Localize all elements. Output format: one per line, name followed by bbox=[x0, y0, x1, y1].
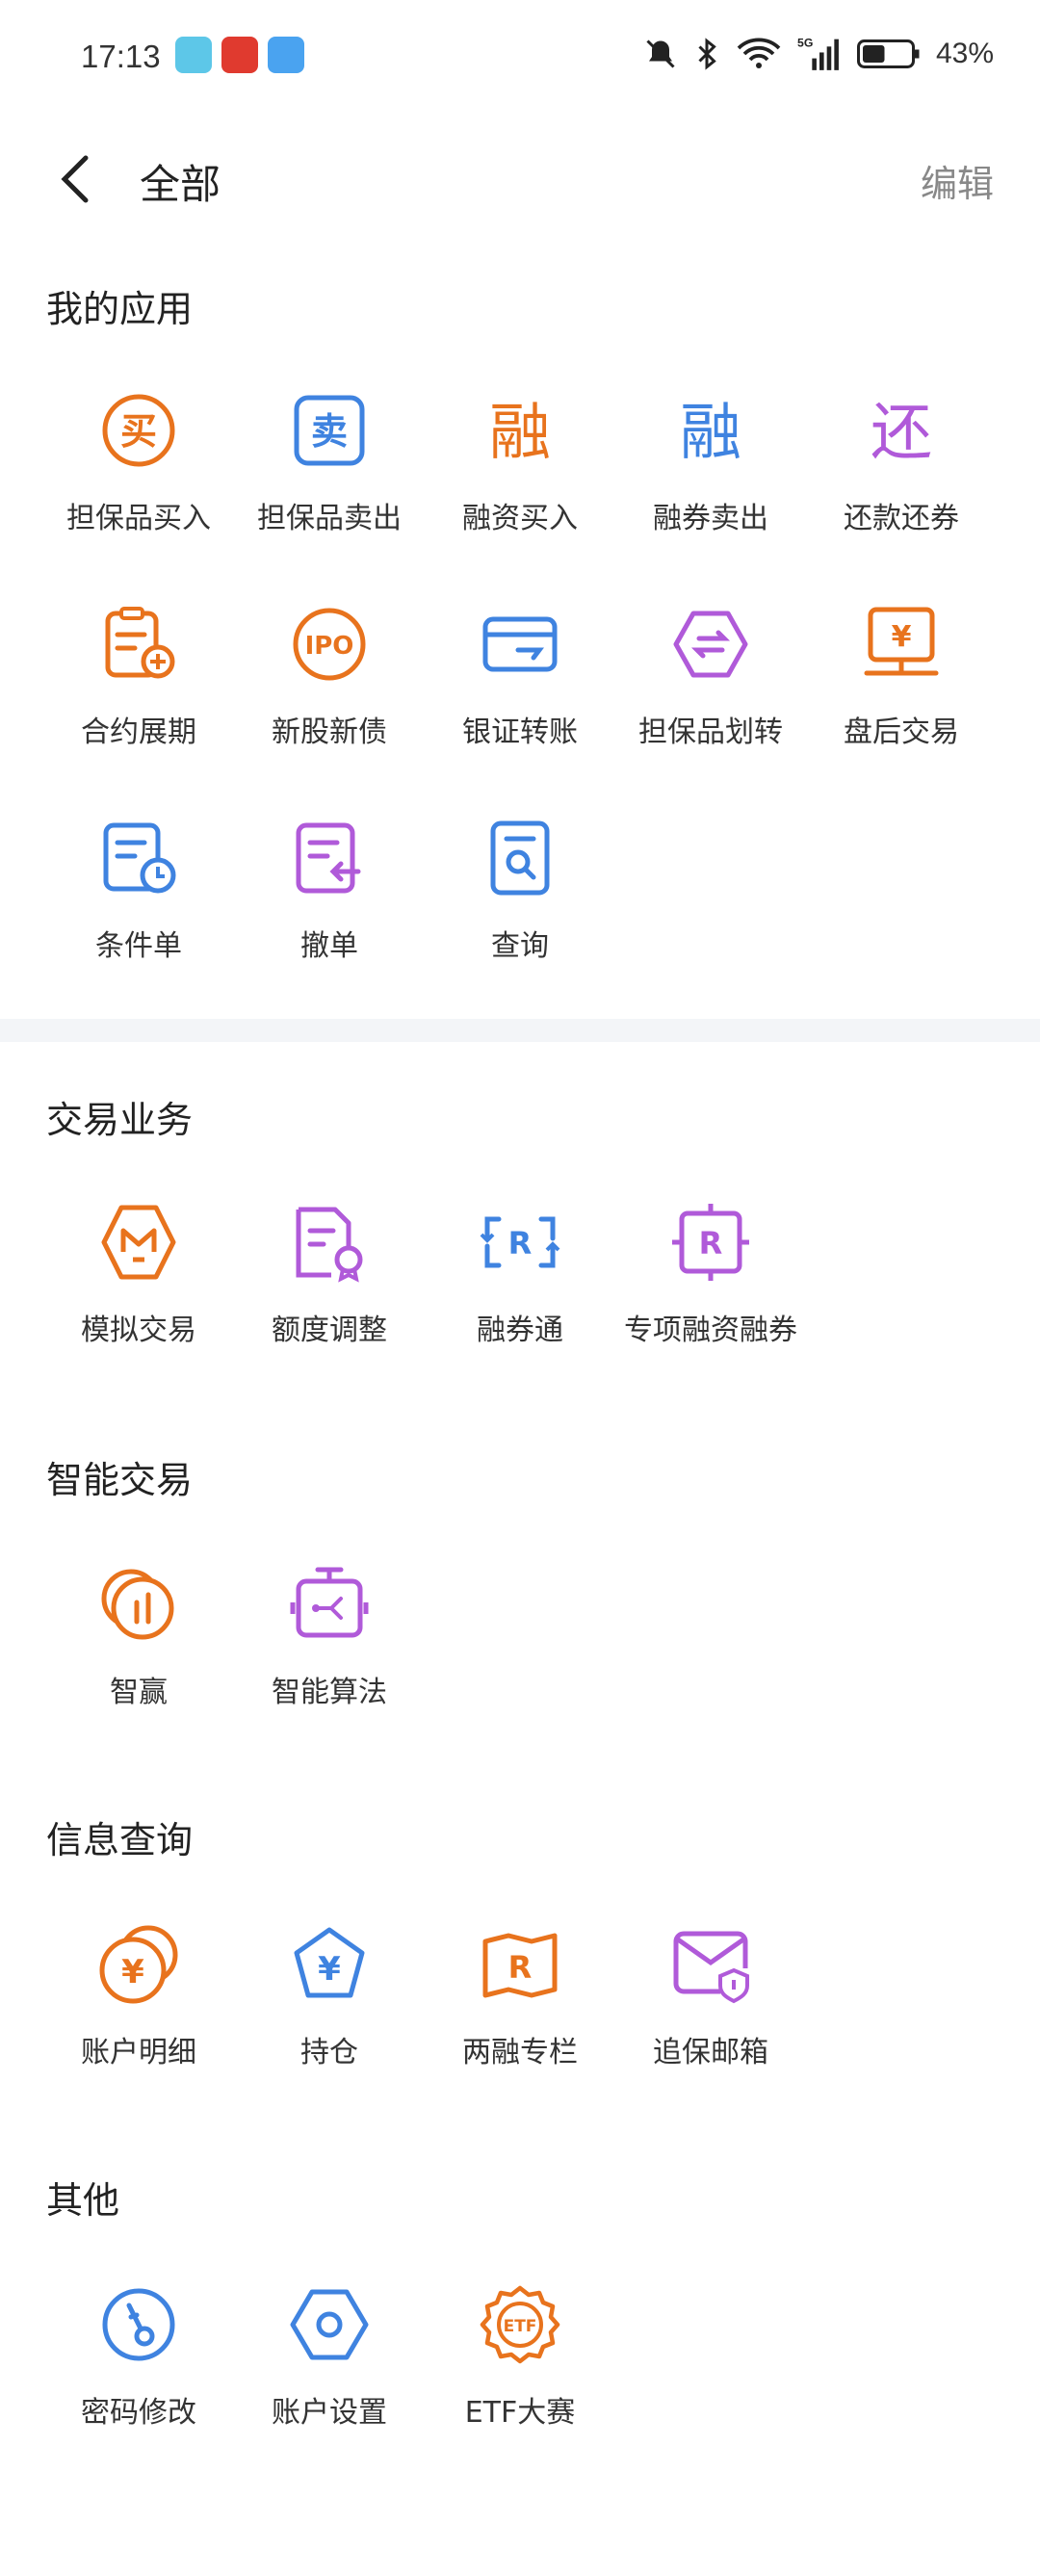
app-item-mailbox[interactable]: 追保邮箱 bbox=[615, 1924, 806, 2097]
app-item-condition-order[interactable]: 条件单 bbox=[43, 818, 234, 991]
app-item-collateral-sell[interactable]: 卖 担保品卖出 bbox=[234, 390, 425, 563]
back-arrow-icon[interactable] bbox=[52, 152, 100, 206]
app-item-account-settings[interactable]: 账户设置 bbox=[234, 2284, 425, 2458]
status-bar: 17:13 5G 43% bbox=[0, 0, 1040, 116]
svg-text:买: 买 bbox=[120, 410, 157, 453]
page-title: 全部 bbox=[140, 161, 221, 208]
signal-5g-icon: 5G bbox=[797, 36, 839, 70]
after-hours-icon: ¥ bbox=[864, 607, 939, 676]
account-detail-icon: ¥ bbox=[99, 1925, 178, 2004]
rong-icon: 融 bbox=[489, 398, 551, 469]
app-item-query[interactable]: 查询 bbox=[425, 818, 615, 991]
app-item-algorithm[interactable]: 智能算法 bbox=[234, 1564, 425, 1737]
rong-icon: 融 bbox=[680, 398, 741, 469]
app-item-ipo[interactable]: IPO 新股新债 bbox=[234, 604, 425, 777]
battery-percent: 43% bbox=[935, 38, 994, 69]
nav-bar: 全部 编辑 bbox=[0, 135, 1040, 221]
svg-text:R: R bbox=[508, 1949, 533, 1986]
svg-text:R: R bbox=[699, 1225, 723, 1262]
bluetooth-icon bbox=[698, 38, 716, 70]
position-icon: ¥ bbox=[294, 1927, 365, 1998]
query-icon bbox=[490, 820, 550, 896]
wifi-icon bbox=[737, 38, 781, 68]
app-item-cancel-order[interactable]: 撤单 bbox=[234, 818, 425, 991]
svg-text:还: 还 bbox=[871, 398, 932, 469]
app-item-bank-transfer[interactable]: 银证转账 bbox=[425, 604, 615, 777]
battery-icon bbox=[856, 39, 920, 68]
svg-text:5G: 5G bbox=[797, 36, 813, 49]
mute-bell-icon bbox=[646, 39, 675, 68]
app-item-quota-adjust[interactable]: 额度调整 bbox=[234, 1202, 425, 1375]
svg-text:R: R bbox=[508, 1225, 533, 1262]
svg-text:IPO: IPO bbox=[305, 632, 354, 661]
app-item-account-detail[interactable]: ¥ 账户明细 bbox=[43, 1924, 234, 2097]
section-title-trade: 交易业务 bbox=[46, 1099, 194, 1141]
svg-text:¥: ¥ bbox=[318, 1950, 341, 1989]
app-item-repay[interactable]: 还 还款还券 bbox=[806, 390, 997, 563]
notification-app-icon bbox=[175, 37, 212, 73]
edit-button[interactable]: 编辑 bbox=[921, 154, 994, 207]
margin-column-icon: R bbox=[482, 1933, 558, 1998]
app-item-special-margin[interactable]: R 专项融资融券 bbox=[615, 1202, 806, 1375]
status-app-icons bbox=[175, 37, 304, 73]
mailbox-icon bbox=[673, 1931, 749, 2004]
weather-app-icon bbox=[268, 37, 304, 73]
app-item-margin-buy[interactable]: 融 融资买入 bbox=[425, 390, 615, 563]
password-key-icon bbox=[102, 2288, 175, 2361]
condition-order-icon bbox=[103, 822, 176, 894]
settings-hex-icon bbox=[290, 2289, 369, 2360]
card-transfer-icon bbox=[482, 616, 558, 672]
app-item-margin-column[interactable]: R 两融专栏 bbox=[425, 1924, 615, 2097]
etf-badge-icon: ETF bbox=[480, 2285, 560, 2364]
status-time: 17:13 bbox=[81, 39, 161, 74]
svg-text:融: 融 bbox=[489, 398, 551, 469]
transfer-icon bbox=[673, 611, 748, 678]
svg-text:ETF: ETF bbox=[504, 2317, 537, 2336]
app-item-etf-contest[interactable]: ETF ETF大赛 bbox=[425, 2284, 615, 2458]
repay-icon: 还 bbox=[871, 398, 932, 469]
section-title-my-apps: 我的应用 bbox=[46, 288, 194, 330]
section-divider bbox=[0, 1019, 1040, 1042]
app-item-rongquantong[interactable]: R 融券通 bbox=[425, 1202, 615, 1375]
zhiying-icon bbox=[101, 1569, 174, 1640]
app-item-position[interactable]: ¥ 持仓 bbox=[234, 1924, 425, 2097]
app-item-contract-extend[interactable]: 合约展期 bbox=[43, 604, 234, 777]
special-margin-icon: R bbox=[672, 1204, 749, 1281]
svg-text:卖: 卖 bbox=[311, 410, 348, 453]
app-item-zhiying[interactable]: 智赢 bbox=[43, 1564, 234, 1737]
algorithm-icon bbox=[290, 1567, 369, 1638]
svg-text:融: 融 bbox=[680, 398, 741, 469]
app-item-simulate[interactable]: 模拟交易 bbox=[43, 1202, 234, 1375]
buy-icon: 买 bbox=[102, 394, 175, 467]
cancel-order-icon bbox=[296, 822, 361, 894]
ipo-icon: IPO bbox=[293, 608, 366, 681]
app-item-collateral-buy[interactable]: 买 担保品买入 bbox=[43, 390, 234, 563]
svg-text:¥: ¥ bbox=[121, 1953, 144, 1991]
section-title-other: 其他 bbox=[46, 2179, 120, 2222]
svg-text:¥: ¥ bbox=[892, 620, 912, 654]
toutiao-app-icon bbox=[221, 37, 258, 73]
app-item-short-sell[interactable]: 融 融券卖出 bbox=[615, 390, 806, 563]
app-item-after-hours[interactable]: ¥ 盘后交易 bbox=[806, 604, 997, 777]
simulate-icon bbox=[101, 1205, 176, 1280]
app-item-password[interactable]: 密码修改 bbox=[43, 2284, 234, 2458]
section-title-info: 信息查询 bbox=[46, 1819, 194, 1861]
status-right: 5G 43% bbox=[643, 35, 994, 73]
rongquantong-icon: R bbox=[480, 1216, 560, 1268]
app-item-collateral-transfer[interactable]: 担保品划转 bbox=[615, 604, 806, 777]
quota-adjust-icon bbox=[296, 1207, 363, 1283]
sell-icon: 卖 bbox=[294, 395, 365, 466]
contract-extend-icon bbox=[105, 607, 175, 679]
section-title-smart: 智能交易 bbox=[46, 1459, 194, 1501]
